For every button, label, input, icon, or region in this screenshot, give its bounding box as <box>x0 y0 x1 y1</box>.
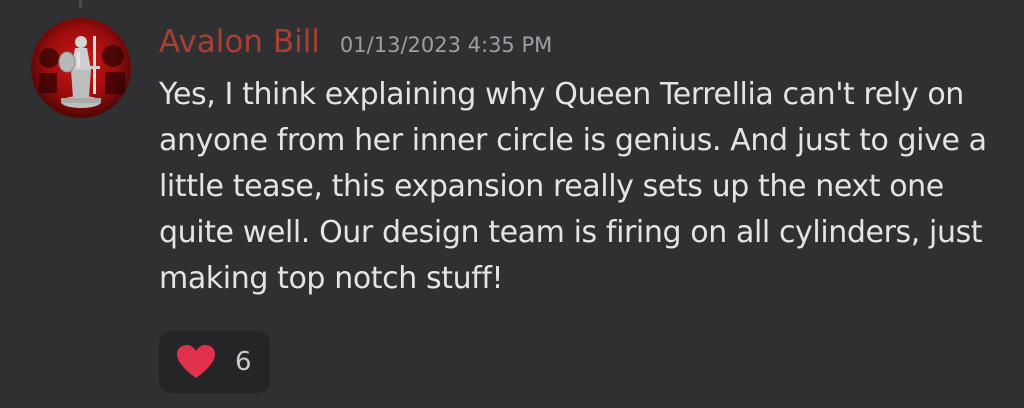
message-header: Avalon Bill 01/13/2023 4:35 PM <box>159 24 552 68</box>
avatar[interactable] <box>31 18 131 118</box>
reaction-count: 6 <box>235 347 252 377</box>
timestamp: 01/13/2023 4:35 PM <box>339 33 553 57</box>
message-text: Yes, I think explaining why Queen Terrel… <box>159 77 987 296</box>
username[interactable]: Avalon Bill <box>159 24 320 60</box>
chat-message: Avalon Bill 01/13/2023 4:35 PM Yes, I th… <box>0 0 1024 408</box>
heart-icon <box>175 343 217 381</box>
heart-reaction-button[interactable]: 6 <box>159 331 270 393</box>
